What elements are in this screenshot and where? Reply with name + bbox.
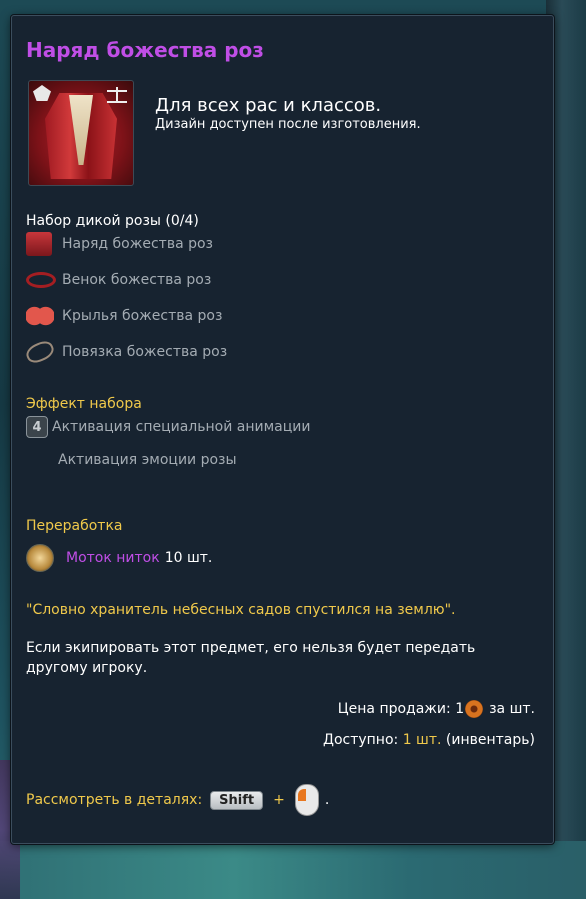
outfit-icon [26, 232, 52, 256]
set-item-label: Венок божества роз [62, 272, 212, 288]
wreath-icon [26, 272, 56, 288]
sell-price: Цена продажи: 1 за шт. [338, 700, 535, 718]
rework-material[interactable]: Моток ниток 10 шт. [26, 544, 212, 572]
mouse-left-click-icon [294, 784, 319, 816]
coin-icon [465, 700, 484, 718]
bind-description: Если экипировать этот предмет, его нельз… [26, 640, 476, 676]
availability: Доступно: 1 шт. (инвентарь) [323, 732, 535, 748]
inspect-hint: Рассмотреть в деталях: Shift + . [26, 784, 329, 816]
set-effect-title: Эффект набора [26, 396, 142, 412]
thread-spool-icon [26, 544, 54, 572]
plus-sign: + [273, 792, 285, 808]
set-title: Набор дикой розы (0/4) [26, 213, 199, 229]
outfit-item-icon [28, 80, 134, 186]
material-name: Моток ниток [66, 550, 160, 566]
piece-count-badge: 4 [26, 416, 48, 438]
availability-label: Доступно: [323, 732, 399, 748]
sell-price-unit: за шт. [489, 701, 535, 717]
set-item-label: Крылья божества роз [62, 308, 223, 324]
material-quantity: 10 шт. [164, 550, 213, 566]
set-item-headband[interactable]: Повязка божества роз [23, 337, 228, 367]
design-note: Дизайн доступен после изготовления. [155, 117, 421, 132]
availability-suffix: (инвентарь) [445, 732, 535, 748]
item-tooltip: Наряд божества роз Для всех рас и классо… [11, 15, 554, 844]
set-item-wings[interactable]: Крылья божества роз [26, 303, 222, 329]
headband-icon [23, 337, 57, 367]
set-item-label: Повязка божества роз [62, 344, 228, 360]
flavor-quote: "Словно хранитель небесных садов спустил… [26, 602, 456, 618]
wings-icon [26, 303, 54, 329]
background-bottom [0, 841, 586, 899]
armor-badge-icon [33, 85, 51, 101]
set-effect-line-2: Активация эмоции розы [58, 452, 237, 468]
scales-badge-icon [107, 87, 127, 103]
inspect-label: Рассмотреть в деталях: [26, 792, 203, 808]
item-title: Наряд божества роз [26, 38, 264, 62]
shift-key-icon: Shift [210, 790, 264, 810]
set-item-outfit[interactable]: Наряд божества роз [26, 231, 213, 257]
effect-text: Активация специальной анимации [52, 419, 311, 435]
set-item-wreath[interactable]: Венок божества роз [26, 267, 211, 293]
period: . [324, 792, 330, 808]
rework-title: Переработка [26, 518, 123, 534]
availability-value: 1 шт. [402, 732, 442, 748]
set-effect-line-1: 4 Активация специальной анимации [26, 416, 310, 438]
race-class-text: Для всех рас и классов. [155, 95, 382, 116]
sell-price-label: Цена продажи: 1 [337, 701, 465, 717]
set-item-label: Наряд божества роз [62, 236, 213, 252]
